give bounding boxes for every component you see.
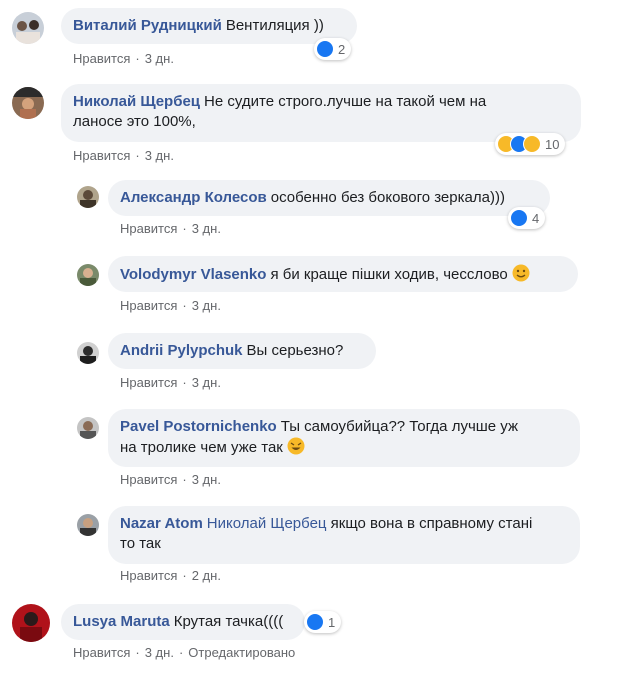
reply-author[interactable]: Andrii Pylypchuk xyxy=(120,342,243,359)
reactions-summary[interactable]: 4 xyxy=(508,207,546,229)
edited-label: Отредактировано xyxy=(188,645,296,660)
smile-emoji-icon xyxy=(512,264,530,282)
reply-text: якщо вона в справному стані xyxy=(330,515,533,532)
avatar[interactable] xyxy=(77,514,99,536)
reply-time[interactable]: 3 дн. xyxy=(192,298,221,313)
reply-author[interactable]: Александр Колесов xyxy=(120,189,267,206)
rofl-emoji-icon xyxy=(287,437,305,455)
avatar[interactable] xyxy=(77,342,99,364)
comment-time[interactable]: 3 дн. xyxy=(145,645,174,660)
reply-meta: Нравится · 3 дн. xyxy=(120,221,221,236)
reply-meta: Нравится · 3 дн. xyxy=(120,375,221,390)
reply-text: особенно без бокового зеркала))) xyxy=(270,189,505,206)
reply-text: Ты самоубийца?? Тогда лучше уж xyxy=(280,418,519,435)
comment-text: Крутая тачка(((( xyxy=(173,613,284,630)
comment-meta: Нравится · 3 дн. xyxy=(73,148,174,163)
like-link[interactable]: Нравится xyxy=(120,298,177,313)
comment-author[interactable]: Виталий Рудницкий xyxy=(73,17,222,34)
like-icon xyxy=(510,209,528,227)
reactions-count: 10 xyxy=(545,136,560,152)
comment-text: ланосе это 100%, xyxy=(73,113,196,130)
reply-time[interactable]: 3 дн. xyxy=(192,472,221,487)
reply-author[interactable]: Pavel Postornichenko xyxy=(120,418,277,435)
reactions-count: 4 xyxy=(532,210,540,226)
like-link[interactable]: Нравится xyxy=(73,645,130,660)
like-link[interactable]: Нравится xyxy=(73,148,130,163)
avatar[interactable] xyxy=(12,604,50,642)
like-icon xyxy=(306,613,324,631)
reply-bubble: Pavel Postornichenko Ты самоубийца?? Тогд… xyxy=(108,409,580,467)
separator: · xyxy=(182,472,187,487)
separator: · xyxy=(178,645,184,660)
separator: · xyxy=(135,51,140,66)
reactions-summary[interactable]: 2 xyxy=(314,38,352,60)
comment-bubble: Виталий Рудницкий Вентиляция )) xyxy=(61,8,357,44)
comment-author[interactable]: Lusya Maruta xyxy=(73,613,170,630)
like-link[interactable]: Нравится xyxy=(73,51,130,66)
reply-text: то так xyxy=(120,535,161,552)
reply-time[interactable]: 3 дн. xyxy=(192,375,221,390)
reply-text: я би краще пішки ходив, чесслово xyxy=(270,266,508,283)
reply-meta: Нравится · 2 дн. xyxy=(120,568,221,583)
comment-meta: Нравится · 3 дн. xyxy=(73,51,174,66)
like-link[interactable]: Нравится xyxy=(120,472,177,487)
like-link[interactable]: Нравится xyxy=(120,221,177,236)
reply-bubble: Andrii Pylypchuk Вы серьезно? xyxy=(108,333,376,369)
reply-author[interactable]: Volodymyr Vlasenko xyxy=(120,266,266,283)
separator: · xyxy=(135,645,140,660)
comment-bubble: Lusya Maruta Крутая тачка(((( xyxy=(61,604,305,640)
comment-time[interactable]: 3 дн. xyxy=(145,148,174,163)
reactions-summary[interactable]: 1 xyxy=(304,611,342,633)
reply-bubble: Volodymyr Vlasenko я би краще пішки ходив… xyxy=(108,256,578,292)
separator: · xyxy=(135,148,140,163)
reply-text: Вы серьезно? xyxy=(246,342,344,359)
separator: · xyxy=(182,568,187,583)
comment-time[interactable]: 3 дн. xyxy=(145,51,174,66)
reply-time[interactable]: 2 дн. xyxy=(192,568,221,583)
avatar[interactable] xyxy=(77,186,99,208)
reply-meta: Нравится · 3 дн. xyxy=(120,298,221,313)
avatar[interactable] xyxy=(12,87,44,119)
sad-icon xyxy=(523,135,541,153)
avatar[interactable] xyxy=(77,264,99,286)
separator: · xyxy=(182,375,187,390)
reply-text: на тролике чем уже так xyxy=(120,439,283,456)
reply-time[interactable]: 3 дн. xyxy=(192,221,221,236)
mention-link[interactable]: Николай Щербец xyxy=(207,515,327,532)
like-icon xyxy=(316,40,334,58)
comment-text: Не судите строго.лучше на такой чем на xyxy=(204,93,487,110)
reply-meta: Нравится · 3 дн. xyxy=(120,472,221,487)
reactions-summary[interactable]: 10 xyxy=(495,133,566,155)
avatar[interactable] xyxy=(77,417,99,439)
like-link[interactable]: Нравится xyxy=(120,375,177,390)
reply-bubble: Nazar Atom Николай Щербец якщо вона в спр… xyxy=(108,506,580,564)
reply-bubble: Александр Колесов особенно без бокового з… xyxy=(108,180,550,216)
comment-meta: Нравится · 3 дн. · Отредактировано xyxy=(73,645,295,660)
like-link[interactable]: Нравится xyxy=(120,568,177,583)
separator: · xyxy=(182,298,187,313)
reactions-count: 2 xyxy=(338,41,346,57)
reactions-count: 1 xyxy=(328,614,336,630)
comment-text: Вентиляция )) xyxy=(225,17,324,34)
separator: · xyxy=(182,221,187,236)
reply-author[interactable]: Nazar Atom xyxy=(120,515,203,532)
avatar[interactable] xyxy=(12,12,44,44)
comment-author[interactable]: Николай Щербец xyxy=(73,93,200,110)
